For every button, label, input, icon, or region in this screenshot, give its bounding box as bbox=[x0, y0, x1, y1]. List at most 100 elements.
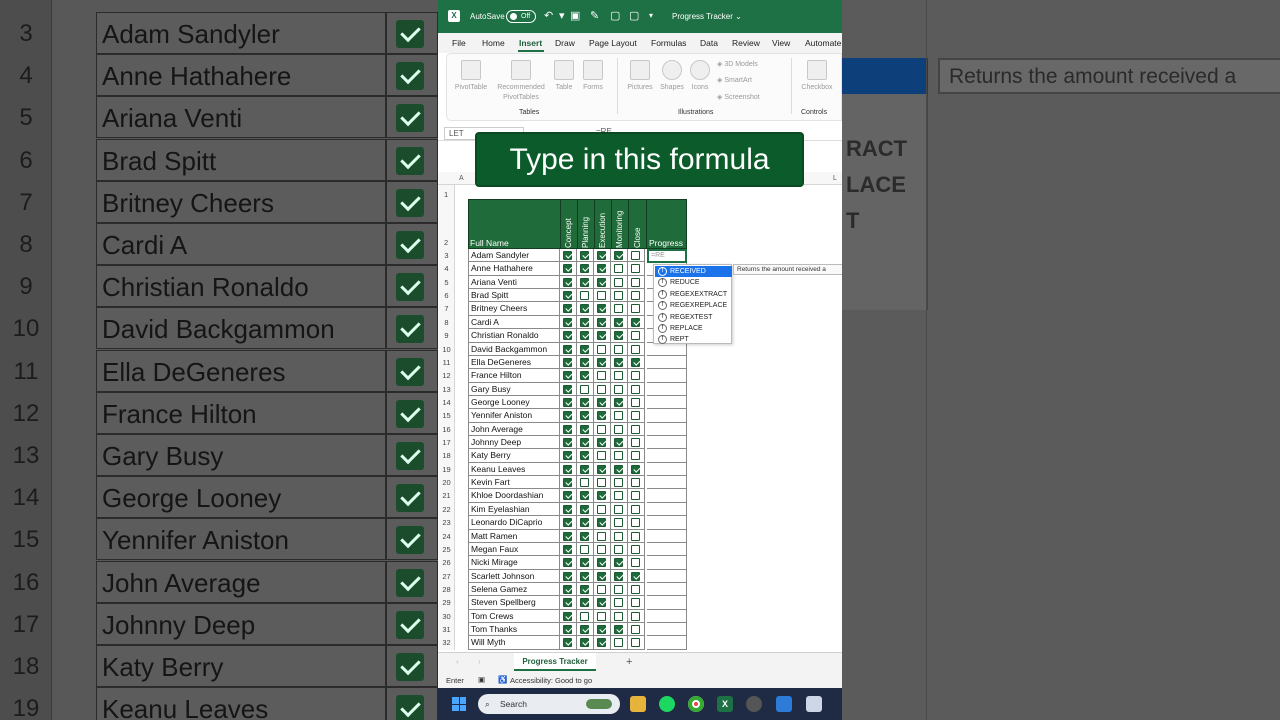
accessibility-status[interactable]: Accessibility: Good to go bbox=[510, 676, 592, 685]
checkbox-cell[interactable] bbox=[594, 516, 611, 530]
unchecked-checkbox-icon[interactable] bbox=[631, 638, 640, 648]
name-cell[interactable]: France Hilton bbox=[468, 369, 560, 383]
checked-checkbox-icon[interactable] bbox=[563, 397, 572, 407]
unchecked-checkbox-icon[interactable] bbox=[597, 544, 606, 554]
print-icon[interactable]: ▢ bbox=[629, 9, 639, 22]
progress-cell[interactable] bbox=[647, 636, 687, 650]
checkbox-cell[interactable] bbox=[577, 596, 594, 610]
checkbox-cell[interactable] bbox=[611, 476, 628, 490]
checked-checkbox-icon[interactable] bbox=[563, 585, 572, 594]
progress-cell[interactable] bbox=[647, 422, 687, 437]
checkbox-cell[interactable] bbox=[560, 476, 577, 490]
icons-button[interactable]: Icons bbox=[687, 60, 713, 93]
name-cell[interactable]: Nicki Mirage bbox=[468, 556, 560, 570]
table-button[interactable]: Table bbox=[551, 60, 577, 93]
checked-checkbox-icon[interactable] bbox=[563, 277, 572, 287]
column-l-header[interactable]: L bbox=[833, 175, 837, 182]
checkbox-cell[interactable] bbox=[560, 502, 577, 517]
checked-checkbox-icon[interactable] bbox=[631, 571, 640, 581]
checked-checkbox-icon[interactable] bbox=[580, 397, 589, 407]
name-cell[interactable]: Will Myth bbox=[468, 636, 560, 650]
tab-home[interactable]: Home bbox=[482, 38, 505, 48]
checked-checkbox-icon[interactable] bbox=[597, 331, 606, 341]
checkbox-cell[interactable] bbox=[560, 569, 577, 583]
checkbox-cell[interactable] bbox=[560, 262, 577, 276]
windows-start-icon[interactable] bbox=[452, 697, 466, 711]
checkbox-cell[interactable] bbox=[611, 422, 628, 437]
checked-checkbox-icon[interactable] bbox=[563, 598, 572, 608]
row-number[interactable]: 22 bbox=[438, 505, 455, 514]
save-icon[interactable]: ▣ bbox=[570, 9, 580, 22]
checkbox-cell[interactable] bbox=[577, 636, 594, 650]
checked-checkbox-icon[interactable] bbox=[580, 317, 589, 327]
name-cell[interactable]: David Backgammon bbox=[468, 342, 560, 356]
checkbox-cell[interactable] bbox=[577, 502, 594, 517]
unchecked-checkbox-icon[interactable] bbox=[631, 344, 640, 354]
row-number[interactable]: 5 bbox=[438, 278, 455, 287]
row-number[interactable]: 31 bbox=[438, 625, 455, 634]
unchecked-checkbox-icon[interactable] bbox=[614, 544, 623, 554]
checked-checkbox-icon[interactable] bbox=[614, 397, 623, 407]
checked-checkbox-icon[interactable] bbox=[614, 625, 623, 635]
unchecked-checkbox-icon[interactable] bbox=[597, 451, 606, 461]
checked-checkbox-icon[interactable] bbox=[580, 451, 589, 461]
checked-checkbox-icon[interactable] bbox=[597, 251, 606, 260]
checked-checkbox-icon[interactable] bbox=[563, 317, 572, 327]
checked-checkbox-icon[interactable] bbox=[563, 384, 572, 394]
checkbox-cell[interactable] bbox=[594, 329, 611, 343]
checkbox-cell[interactable] bbox=[577, 462, 594, 477]
checkbox-cell[interactable] bbox=[628, 342, 645, 356]
unchecked-checkbox-icon[interactable] bbox=[631, 251, 640, 260]
checkbox-cell[interactable] bbox=[577, 329, 594, 343]
checkbox-cell[interactable] bbox=[560, 355, 577, 370]
checked-checkbox-icon[interactable] bbox=[614, 331, 623, 341]
name-cell[interactable]: Yennifer Aniston bbox=[468, 409, 560, 423]
pivottable-button[interactable]: PivotTable bbox=[453, 60, 489, 93]
unchecked-checkbox-icon[interactable] bbox=[580, 478, 589, 488]
checked-checkbox-icon[interactable] bbox=[563, 438, 572, 448]
checkbox-cell[interactable] bbox=[628, 502, 645, 517]
row-number[interactable]: 11 bbox=[438, 358, 455, 367]
checked-checkbox-icon[interactable] bbox=[563, 478, 572, 488]
name-cell[interactable]: Leonardo DiCaprio bbox=[468, 516, 560, 530]
unchecked-checkbox-icon[interactable] bbox=[614, 585, 623, 594]
unchecked-checkbox-icon[interactable] bbox=[597, 291, 606, 301]
progress-cell[interactable] bbox=[647, 623, 687, 637]
unchecked-checkbox-icon[interactable] bbox=[614, 344, 623, 354]
checked-checkbox-icon[interactable] bbox=[597, 317, 606, 327]
unchecked-checkbox-icon[interactable] bbox=[631, 544, 640, 554]
name-cell[interactable]: John Average bbox=[468, 422, 560, 437]
unchecked-checkbox-icon[interactable] bbox=[597, 531, 606, 541]
checked-checkbox-icon[interactable] bbox=[597, 491, 606, 501]
checked-checkbox-icon[interactable] bbox=[563, 638, 572, 648]
row-number[interactable]: 15 bbox=[438, 411, 455, 420]
checkbox-cell[interactable] bbox=[560, 609, 577, 624]
unchecked-checkbox-icon[interactable] bbox=[631, 291, 640, 301]
progress-cell[interactable] bbox=[647, 409, 687, 423]
pictures-button[interactable]: Pictures bbox=[623, 60, 657, 93]
checked-checkbox-icon[interactable] bbox=[580, 277, 589, 287]
unchecked-checkbox-icon[interactable] bbox=[631, 598, 640, 608]
unchecked-checkbox-icon[interactable] bbox=[597, 384, 606, 394]
name-cell[interactable]: Matt Ramen bbox=[468, 529, 560, 543]
checkbox-cell[interactable] bbox=[628, 556, 645, 570]
checkbox-cell[interactable] bbox=[577, 436, 594, 450]
checked-checkbox-icon[interactable] bbox=[563, 424, 572, 434]
unchecked-checkbox-icon[interactable] bbox=[580, 611, 589, 621]
checked-checkbox-icon[interactable] bbox=[614, 464, 623, 474]
row-number[interactable]: 30 bbox=[438, 612, 455, 621]
unchecked-checkbox-icon[interactable] bbox=[631, 438, 640, 448]
checked-checkbox-icon[interactable] bbox=[563, 504, 572, 514]
checkbox-cell[interactable] bbox=[628, 355, 645, 370]
autosave-toggle[interactable]: Off bbox=[506, 10, 536, 23]
row-number[interactable]: 19 bbox=[438, 465, 455, 474]
checkbox-cell[interactable] bbox=[611, 275, 628, 290]
checked-checkbox-icon[interactable] bbox=[580, 371, 589, 381]
checkbox-cell[interactable] bbox=[611, 542, 628, 557]
checkbox-cell[interactable] bbox=[611, 249, 628, 263]
checked-checkbox-icon[interactable] bbox=[631, 357, 640, 367]
checkbox-cell[interactable] bbox=[611, 516, 628, 530]
unchecked-checkbox-icon[interactable] bbox=[631, 304, 640, 314]
checkbox-cell[interactable] bbox=[560, 516, 577, 530]
checkbox-cell[interactable] bbox=[611, 355, 628, 370]
